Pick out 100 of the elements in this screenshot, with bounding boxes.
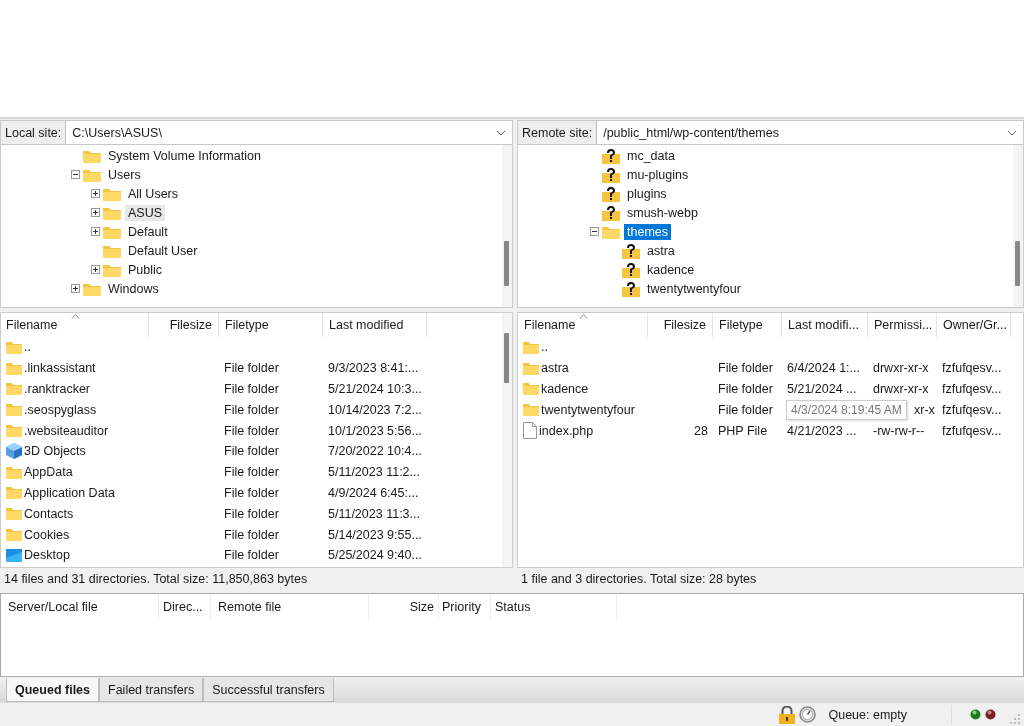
tree-item[interactable]: astra <box>644 242 678 259</box>
column-header[interactable]: Last modifi... <box>782 313 868 337</box>
table-cell: File folder <box>224 506 279 521</box>
tree-item[interactable]: Default <box>125 223 171 240</box>
tree-item[interactable]: plugins <box>624 185 670 202</box>
tab[interactable]: Queued files <box>6 678 100 702</box>
connection-led-icon <box>970 709 981 720</box>
column-header[interactable]: Filesize <box>149 313 219 337</box>
scrollbar-thumb[interactable] <box>1015 241 1020 286</box>
folder-icon <box>523 382 539 396</box>
file-name[interactable]: Desktop <box>24 548 70 563</box>
table-cell: fzfufqesv... <box>942 361 1002 376</box>
folder-icon <box>523 403 539 417</box>
lock-icon <box>779 705 796 724</box>
collapse-icon[interactable] <box>71 170 80 179</box>
column-header[interactable]: Status <box>491 594 617 620</box>
unknown-folder-icon <box>622 280 640 297</box>
tab[interactable]: Failed transfers <box>99 678 204 702</box>
column-header[interactable]: Permissi... <box>868 313 937 337</box>
expand-icon[interactable] <box>91 227 100 236</box>
tree-item[interactable]: Users <box>105 166 144 183</box>
tree-item[interactable]: mc_data <box>624 147 678 164</box>
folder-icon <box>6 507 22 521</box>
tree-item[interactable]: smush-webp <box>624 204 701 221</box>
column-header[interactable]: Server/Local file <box>1 594 159 620</box>
table-cell: xr-x <box>914 402 935 417</box>
table-cell: File folder <box>224 402 279 417</box>
site-path-dropdown[interactable]: C:\Users\ASUS\ <box>66 121 512 144</box>
folder-icon <box>6 340 22 354</box>
tree-item[interactable]: Windows <box>105 280 162 297</box>
table-cell: 5/21/2024 ... <box>787 382 857 396</box>
column-header[interactable]: Filesize <box>648 313 713 337</box>
column-header[interactable]: Owner/Gr... <box>937 313 1011 337</box>
file-name[interactable]: astra <box>541 361 569 376</box>
folder-icon <box>6 486 22 500</box>
chevron-down-icon <box>496 129 506 136</box>
file-name[interactable]: .seospyglass <box>24 402 97 417</box>
tab[interactable]: Successful transfers <box>203 678 334 702</box>
column-header[interactable]: Filetype <box>219 313 323 337</box>
file-name[interactable]: Application Data <box>24 485 116 500</box>
table-cell: 5/11/2023 11:2... <box>328 465 420 480</box>
tree-item[interactable]: themes <box>624 223 671 240</box>
scrollbar-thumb[interactable] <box>504 241 509 286</box>
tree-item[interactable]: twentytwentyfour <box>644 280 744 297</box>
file-name[interactable]: .websiteauditor <box>24 423 109 438</box>
table-cell: File folder <box>224 548 279 563</box>
tree-item[interactable]: mu-plugins <box>624 166 692 183</box>
column-header[interactable]: Filetype <box>713 313 782 337</box>
file-name[interactable]: kadence <box>541 382 589 396</box>
table-cell: fzfufqesv... <box>942 423 1002 438</box>
file-name[interactable]: .ranktracker <box>24 382 90 396</box>
file-name[interactable]: Cookies <box>24 527 70 542</box>
table-cell: drwxr-xr-x <box>873 361 929 376</box>
expand-icon[interactable] <box>91 189 100 198</box>
site-label: Remote site: <box>518 121 598 144</box>
collapse-icon[interactable] <box>590 227 599 236</box>
table-cell: drwxr-xr-x <box>873 382 929 396</box>
expand-icon[interactable] <box>91 265 100 274</box>
file-name[interactable]: index.php <box>539 423 594 438</box>
file-name[interactable]: AppData <box>24 465 73 480</box>
site-path-dropdown[interactable]: /public_html/wp-content/themes <box>597 121 1023 144</box>
column-header[interactable]: Filename <box>518 313 648 337</box>
column-header[interactable]: Size <box>369 594 439 620</box>
tree-item[interactable]: kadence <box>644 261 698 278</box>
tree-item[interactable]: System Volume Information <box>105 147 264 164</box>
file-name[interactable]: twentytwentyfour <box>541 402 635 417</box>
column-header[interactable]: Remote file <box>211 594 369 620</box>
unknown-folder-icon <box>602 185 620 202</box>
column-header[interactable]: Last modified <box>323 313 427 337</box>
table-cell: 5/11/2023 11:3... <box>328 506 420 521</box>
file-name[interactable]: .. <box>24 340 31 355</box>
directory-summary: 1 file and 3 directories. Total size: 28 bytes <box>520 571 758 588</box>
expand-icon[interactable] <box>71 284 80 293</box>
column-header[interactable]: Direc... <box>159 594 211 620</box>
table-cell: 5/14/2023 9:55... <box>328 527 422 542</box>
file-name[interactable]: 3D Objects <box>24 444 86 459</box>
folder-icon <box>6 528 22 542</box>
expand-icon[interactable] <box>91 208 100 217</box>
table-cell: 4/21/2023 ... <box>787 423 857 438</box>
column-header[interactable]: Filename <box>1 313 149 337</box>
unknown-folder-icon <box>602 166 620 183</box>
folder-icon <box>103 205 121 220</box>
folder-icon <box>6 382 22 396</box>
column-header[interactable]: Priority <box>439 594 491 620</box>
file-icon <box>523 422 537 440</box>
tree-item[interactable]: Default User <box>125 242 201 259</box>
folder-icon <box>6 424 22 438</box>
tree-item[interactable]: All Users <box>125 185 181 202</box>
file-name[interactable]: Contacts <box>24 506 74 521</box>
resize-grip-icon[interactable] <box>1010 714 1020 724</box>
file-name[interactable]: .. <box>541 340 548 355</box>
file-name[interactable]: .linkassistant <box>24 361 96 376</box>
scrollbar-thumb[interactable] <box>504 333 509 383</box>
tree-item[interactable]: ASUS <box>125 204 166 221</box>
tree-item[interactable]: Public <box>125 261 166 278</box>
desktop-icon <box>6 548 22 562</box>
table-cell: PHP File <box>718 423 768 438</box>
folder-icon <box>6 361 22 375</box>
speedometer-icon <box>799 706 817 723</box>
folder-icon <box>523 361 539 375</box>
